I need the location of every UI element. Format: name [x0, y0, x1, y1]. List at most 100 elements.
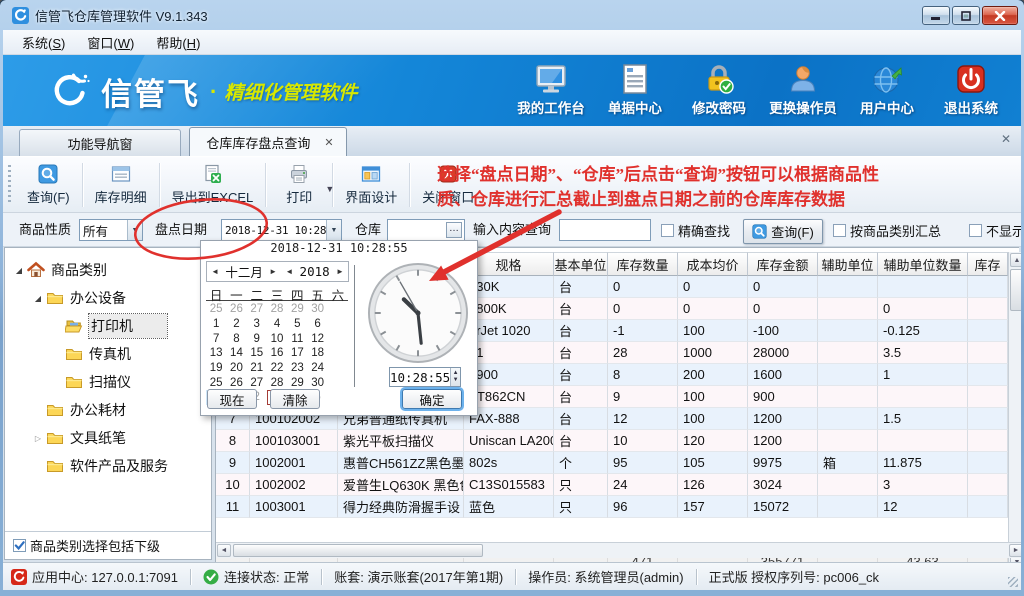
scroll-right-icon[interactable]: ►: [1009, 544, 1021, 557]
column-header[interactable]: 库存金额: [748, 252, 818, 276]
calendar-day[interactable]: 18: [307, 346, 327, 361]
toolbar-stock-detail-button[interactable]: 库存明细: [85, 160, 157, 210]
calendar-day[interactable]: 13: [206, 346, 226, 361]
column-header[interactable]: 成本均价: [678, 252, 748, 276]
my-workbench-button[interactable]: 我的工作台: [509, 60, 593, 122]
query-button[interactable]: 查询(F): [743, 219, 823, 244]
expander-icon[interactable]: ▷: [32, 434, 44, 443]
column-header[interactable]: 辅助单位数量: [878, 252, 968, 276]
maximize-button[interactable]: [952, 6, 980, 25]
toolbar-close-window-button[interactable]: 关闭窗口: [412, 160, 484, 210]
calendar-day[interactable]: 2: [226, 317, 246, 332]
next-year-icon[interactable]: ►: [334, 267, 346, 276]
search-input[interactable]: [559, 219, 651, 241]
calendar-day[interactable]: 20: [226, 361, 246, 376]
spinner-arrows[interactable]: ▲▼: [450, 368, 460, 386]
minimize-button[interactable]: [922, 6, 950, 25]
calendar-day[interactable]: 12: [307, 331, 327, 346]
clear-button[interactable]: 清除: [270, 389, 320, 409]
resize-grip-icon[interactable]: [1008, 577, 1018, 587]
tree-item-fax[interactable]: 传真机: [5, 340, 211, 368]
toolbar-export-excel-button[interactable]: 导出到EXCEL: [162, 160, 264, 210]
tree-item-office-equipment[interactable]: ◢办公设备: [5, 284, 211, 312]
warehouse-input[interactable]: …: [387, 219, 465, 241]
menu-item-system[interactable]: 系统(S): [11, 30, 76, 55]
expander-icon[interactable]: ◢: [32, 294, 44, 303]
tree-item-scanner[interactable]: 扫描仪: [5, 368, 211, 396]
column-header[interactable]: 辅助单位: [818, 252, 878, 276]
vscroll-thumb[interactable]: [1010, 269, 1021, 311]
switch-operator-button[interactable]: 更换操作员: [761, 60, 845, 122]
user-center-button[interactable]: 用户中心: [845, 60, 929, 122]
calendar-day[interactable]: 28: [267, 375, 287, 390]
browse-button[interactable]: …: [446, 222, 462, 238]
calendar-day[interactable]: 10: [267, 331, 287, 346]
calendar-day[interactable]: 27: [247, 375, 267, 390]
calendar-day[interactable]: 26: [226, 375, 246, 390]
doc-center-button[interactable]: 单据中心: [593, 60, 677, 122]
calendar-day[interactable]: 6: [307, 317, 327, 332]
calendar-day[interactable]: 7: [206, 331, 226, 346]
calendar-day[interactable]: 30: [307, 302, 327, 317]
toolbar-grip[interactable]: [8, 165, 11, 205]
exit-system-button[interactable]: 退出系统: [929, 60, 1013, 122]
menu-item-window[interactable]: 窗口(W): [76, 30, 145, 55]
calendar-day[interactable]: 26: [226, 302, 246, 317]
now-button[interactable]: 现在: [207, 389, 257, 409]
calendar-day[interactable]: 24: [307, 361, 327, 376]
tree-item-printer[interactable]: 打印机: [5, 312, 211, 340]
calendar-day[interactable]: 11: [287, 331, 307, 346]
table-row[interactable]: 111003001得力经典防滑握手设蓝色只961571507212: [216, 496, 1008, 518]
calendar-day[interactable]: 1: [206, 317, 226, 332]
column-header[interactable]: 基本单位: [554, 252, 608, 276]
next-month-icon[interactable]: ►: [267, 267, 279, 276]
calendar-day[interactable]: 27: [247, 302, 267, 317]
prev-month-icon[interactable]: ◄: [209, 267, 221, 276]
tree-item-category-root[interactable]: ◢商品类别: [5, 256, 211, 284]
toolbar-ui-design-button[interactable]: 界面设计: [335, 160, 407, 210]
calendar-day[interactable]: 21: [247, 361, 267, 376]
ok-button[interactable]: 确定: [402, 389, 462, 409]
table-row[interactable]: 91002001惠普CH561ZZ黑色墨盒802s个951059975箱11.8…: [216, 452, 1008, 474]
calendar-day[interactable]: 23: [287, 361, 307, 376]
close-button[interactable]: [982, 6, 1018, 25]
vertical-scrollbar[interactable]: ▲ ▼: [1008, 252, 1021, 571]
tree-item-software-services[interactable]: 软件产品及服务: [5, 452, 211, 480]
tab-stocktake-query[interactable]: 仓库库存盘点查询✕: [189, 127, 347, 156]
calendar-day[interactable]: 9: [247, 331, 267, 346]
titlebar[interactable]: 信管飞仓库管理软件 V9.1.343: [0, 0, 1024, 30]
column-header[interactable]: 库存数量: [608, 252, 678, 276]
stocktake-date-select[interactable]: 2018-12-31 10:28:55 ▼: [221, 219, 342, 241]
tab-nav-window[interactable]: 功能导航窗: [19, 129, 181, 156]
scroll-left-icon[interactable]: ◄: [217, 544, 231, 557]
column-header[interactable]: 库存: [968, 252, 1008, 276]
calendar-day[interactable]: 15: [247, 346, 267, 361]
dropdown-caret-icon[interactable]: ▼: [325, 184, 334, 194]
calendar-day[interactable]: 4: [267, 317, 287, 332]
toolbar-print-button[interactable]: 打印▼: [268, 160, 330, 210]
chevron-down-icon[interactable]: ▼: [326, 220, 341, 240]
calendar-day[interactable]: 25: [206, 375, 226, 390]
calendar-day[interactable]: 30: [307, 375, 327, 390]
horizontal-scrollbar[interactable]: ◄ ►: [216, 542, 1021, 558]
time-spinner[interactable]: 10:28:55 ▲▼: [389, 367, 461, 387]
calendar-day[interactable]: 29: [287, 302, 307, 317]
table-row[interactable]: 8100103001紫光平板扫描仪Uniscan LA2000台10120120…: [216, 430, 1008, 452]
calendar-day[interactable]: 14: [226, 346, 246, 361]
tree-item-stationery[interactable]: ▷文具纸笔: [5, 424, 211, 452]
calendar-day[interactable]: 19: [206, 361, 226, 376]
hscroll-thumb[interactable]: [233, 544, 483, 557]
tabbar-close-icon[interactable]: ✕: [1001, 132, 1011, 146]
tree-item-office-consumables[interactable]: 办公耗材: [5, 396, 211, 424]
calendar-day[interactable]: 16: [267, 346, 287, 361]
change-password-button[interactable]: 修改密码: [677, 60, 761, 122]
hide-zero-stock-checkbox[interactable]: 不显示库存为: [969, 219, 1021, 241]
calendar-day[interactable]: 25: [206, 302, 226, 317]
calendar-day[interactable]: 8: [226, 331, 246, 346]
calendar-day[interactable]: 17: [287, 346, 307, 361]
group-by-category-checkbox[interactable]: 按商品类别汇总: [833, 219, 941, 241]
toolbar-query-button[interactable]: 查询(F): [17, 160, 80, 210]
exact-match-checkbox[interactable]: 精确查找: [661, 219, 730, 241]
product-type-select[interactable]: 所有 ▼: [79, 219, 143, 241]
calendar-day[interactable]: 28: [267, 302, 287, 317]
